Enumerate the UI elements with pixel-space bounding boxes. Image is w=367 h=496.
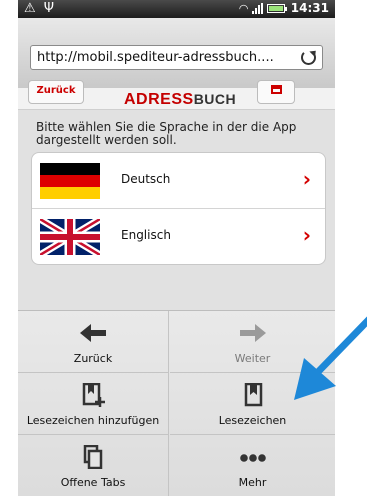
battery-icon <box>266 3 287 13</box>
home-button[interactable] <box>257 80 295 104</box>
reload-icon[interactable] <box>301 50 316 65</box>
intro-text: Bitte wählen Sie die Sprache in der die … <box>36 120 297 147</box>
brand-part2: BUCH <box>193 91 237 107</box>
menu-item-label: Offene Tabs <box>60 476 126 489</box>
arrow-left-icon <box>80 324 106 342</box>
bookmark-add-icon <box>82 383 105 407</box>
home-icon <box>271 85 282 94</box>
uk-flag-icon <box>40 219 100 255</box>
signal-icon <box>251 2 263 14</box>
page-back-button[interactable]: Zurück <box>28 80 84 104</box>
wifi-icon: ◠ <box>239 1 248 15</box>
language-item-englisch[interactable]: Englisch › <box>32 209 325 265</box>
browser-toolbar: http://mobil.spediteur-adressbuch.... <box>18 18 335 88</box>
arrow-right-icon <box>239 324 266 342</box>
menu-item-open-tabs[interactable]: Offene Tabs <box>18 435 169 496</box>
page-header: Zurück ADRESSBUCH <box>18 80 335 110</box>
brand-logo: ADRESSBUCH <box>124 91 236 109</box>
chevron-right-icon: › <box>302 167 311 191</box>
more-icon <box>239 454 266 462</box>
usb-icon: Ψ <box>43 1 55 16</box>
menu-item-add-bookmark[interactable]: Lesezeichen hinzufügen <box>18 373 169 435</box>
url-text: http://mobil.spediteur-adressbuch.... <box>37 50 274 65</box>
warning-icon: ⚠ <box>24 1 36 16</box>
status-time: 14:31 <box>290 1 329 15</box>
menu-item-label: Zurück <box>73 352 113 365</box>
german-flag-icon <box>40 163 100 199</box>
language-label: Deutsch <box>121 172 171 186</box>
language-label: Englisch <box>121 228 171 242</box>
brand-part1: ADRESS <box>124 91 194 108</box>
menu-item-more[interactable]: Mehr <box>170 435 335 496</box>
bookmark-icon <box>244 383 262 407</box>
status-bar: ⚠ Ψ ◠ 14:31 <box>18 0 335 18</box>
url-field[interactable]: http://mobil.spediteur-adressbuch.... <box>30 45 323 70</box>
phone-screen: ⚠ Ψ ◠ 14:31 http://mobil.spediteur-adres… <box>18 0 335 496</box>
annotation-arrow-icon <box>294 316 367 400</box>
status-left: ⚠ Ψ <box>24 1 58 16</box>
language-item-deutsch[interactable]: Deutsch › <box>32 153 325 209</box>
language-list: Deutsch › Englisch › <box>31 152 326 265</box>
tabs-icon <box>83 445 103 469</box>
menu-item-back[interactable]: Zurück <box>18 311 169 373</box>
chevron-right-icon: › <box>302 223 311 247</box>
menu-item-label: Lesezeichen hinzufügen <box>26 414 160 427</box>
status-right: ◠ 14:31 <box>239 1 329 15</box>
menu-item-label: Mehr <box>238 476 267 489</box>
menu-item-label: Lesezeichen <box>218 414 287 427</box>
